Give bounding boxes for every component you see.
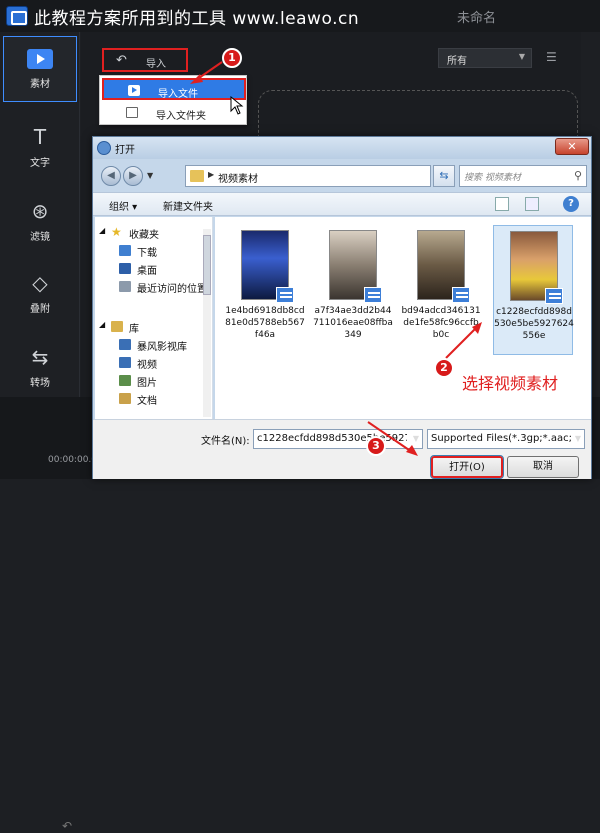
annotation-text: 选择视频素材 bbox=[460, 370, 561, 394]
step-badge-1: 1 bbox=[222, 48, 242, 68]
undo-icon[interactable]: ↶ bbox=[62, 819, 72, 833]
step-badge-3: 3 bbox=[366, 436, 386, 456]
annotation-arrows-over-dialog bbox=[367, 322, 482, 456]
step-badge-2: 2 bbox=[434, 358, 454, 378]
